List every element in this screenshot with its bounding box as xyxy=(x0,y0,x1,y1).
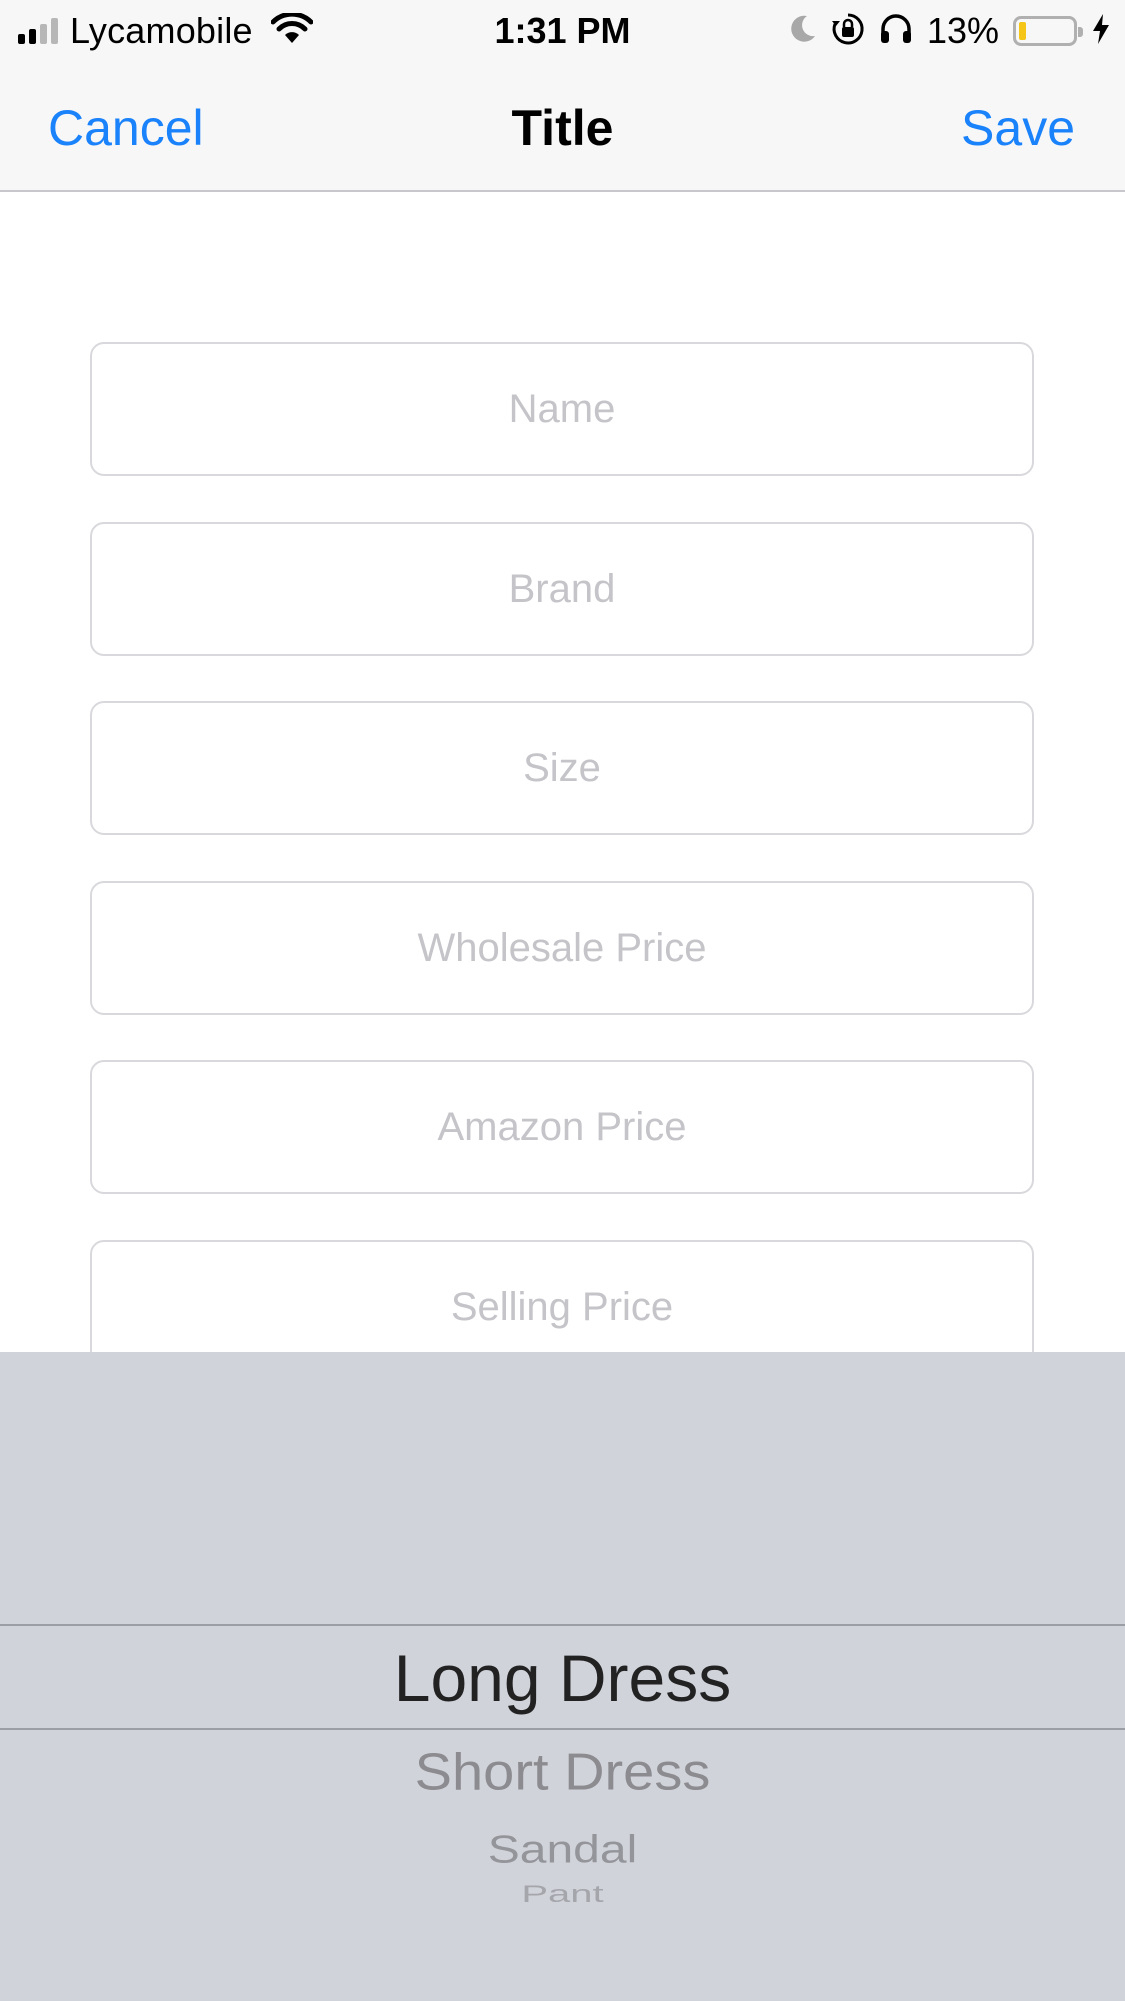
save-button[interactable]: Save xyxy=(961,98,1075,158)
picker-selection-bottom-line xyxy=(0,1728,1125,1730)
moon-icon xyxy=(789,14,817,49)
brand-field[interactable] xyxy=(90,522,1034,656)
size-field[interactable] xyxy=(90,701,1034,835)
headphones-icon xyxy=(879,13,913,50)
navigation-bar: Cancel Title Save xyxy=(0,62,1125,192)
picker-item-selected[interactable]: Long Dress xyxy=(0,1642,1125,1714)
battery-level-fill xyxy=(1019,22,1026,40)
charging-bolt-icon xyxy=(1091,13,1111,50)
picker-item[interactable]: Pant xyxy=(0,1882,1125,1906)
name-field[interactable] xyxy=(90,342,1034,476)
picker-item[interactable]: Short Dress xyxy=(0,1744,1125,1800)
battery-percent: 13% xyxy=(926,10,999,51)
page-title: Title xyxy=(511,100,614,156)
rotation-lock-icon xyxy=(831,12,865,51)
picker-item[interactable]: Sandal xyxy=(0,1828,1125,1872)
amazon-price-field[interactable] xyxy=(90,1060,1034,1194)
battery-icon xyxy=(1013,16,1083,46)
status-bar-right: 13% xyxy=(789,6,1111,56)
category-picker[interactable]: Long Dress Short Dress Sandal Pant xyxy=(0,1352,1125,2001)
picker-selection-top-line xyxy=(0,1624,1125,1626)
wholesale-price-field[interactable] xyxy=(90,881,1034,1015)
status-bar: Lycamobile 1:31 PM 13% xyxy=(0,0,1125,62)
